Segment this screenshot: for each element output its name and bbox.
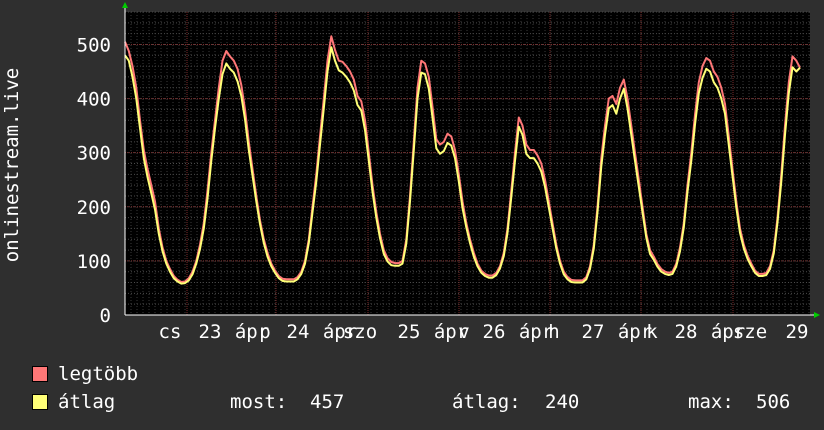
- y-axis-label: onlinestream.live: [1, 68, 23, 262]
- x-tick-label: 23: [199, 321, 222, 343]
- x-tick-label: 28: [675, 321, 698, 343]
- y-tick-label: 200: [77, 197, 111, 219]
- x-tick-label: 24: [287, 321, 310, 343]
- x-tick-label: 26: [483, 321, 506, 343]
- x-tick-label: 25: [398, 321, 421, 343]
- y-tick-label: 300: [77, 143, 111, 165]
- x-tick-label: 27: [582, 321, 605, 343]
- x-tick-label: cs: [159, 321, 182, 343]
- x-tick-label: sze: [733, 321, 767, 343]
- x-tick-label: szo: [343, 321, 377, 343]
- y-tick-label: 400: [77, 89, 111, 111]
- x-tick-label: p: [259, 321, 270, 343]
- y-tick-label: 100: [77, 251, 111, 273]
- x-tick-label: h: [548, 321, 559, 343]
- x-tick-label: v: [458, 321, 469, 343]
- y-tick-label: 0: [100, 305, 111, 327]
- y-tick-label: 500: [77, 34, 111, 56]
- x-tick-label: 29: [786, 321, 809, 343]
- chart: 0100200300400500cs 23 áprp 24 áprszo 25 áprv 26…: [0, 0, 824, 430]
- x-tick-label: k: [646, 321, 658, 343]
